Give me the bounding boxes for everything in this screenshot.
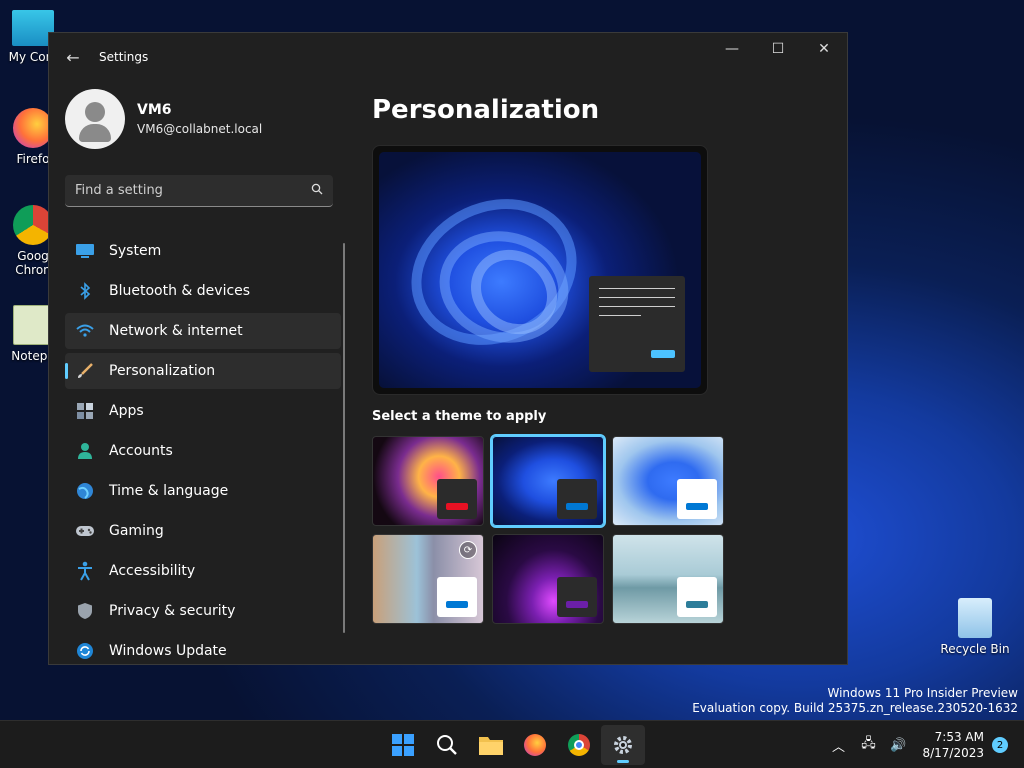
start-button[interactable] [381,725,425,765]
theme-preview [372,145,708,395]
theme-sunrise[interactable] [612,534,724,624]
sidebar-item-label: Accounts [109,443,173,459]
notification-badge[interactable]: 2 [992,737,1008,753]
watermark-line-2: Evaluation copy. Build 25375.zn_release.… [692,701,1018,715]
sidebar-item-label: Network & internet [109,323,243,339]
profile-name: VM6 [137,102,172,118]
sidebar-item-label: Accessibility [109,563,196,579]
title-bar[interactable]: ← Settings — ☐ ✕ [49,33,847,81]
firefox-icon [524,734,546,756]
profile-email: VM6@collabnet.local [137,122,263,136]
wifi-icon [75,321,95,341]
sidebar-item-accessibility[interactable]: Accessibility [65,553,341,589]
system-icon [75,241,95,261]
back-button[interactable]: ← [51,41,95,73]
network-icon[interactable]: 🖧 [856,734,880,756]
sidebar-item-label: Apps [109,403,144,419]
gamepad-icon [75,521,95,541]
evaluation-watermark: Windows 11 Pro Insider Preview Evaluatio… [692,686,1018,716]
nav-list: System Bluetooth & devices Network & int… [49,233,349,664]
sidebar-item-windows-update[interactable]: Windows Update [65,633,341,664]
search-input[interactable] [75,183,311,198]
firefox-icon [13,108,53,148]
watermark-line-1: Windows 11 Pro Insider Preview [827,686,1018,700]
sidebar-item-label: Time & language [109,483,229,499]
chrome-icon [568,734,590,756]
gear-icon [614,736,632,754]
user-profile[interactable]: VM6 VM6@collabnet.local [49,81,349,157]
file-explorer-button[interactable] [469,725,513,765]
clock-time: 7:53 AM [934,730,984,744]
recycle-bin-icon [958,598,992,638]
chevron-up-icon[interactable]: ︿ [826,736,850,755]
sidebar-item-system[interactable]: System [65,233,341,269]
main-content: Personalization Select a theme to apply [372,81,847,664]
clock[interactable]: 7:53 AM 8/17/2023 [922,729,984,761]
sidebar-item-apps[interactable]: Apps [65,393,341,429]
system-tray: ︿ 🖧 🔊 7:53 AM 8/17/2023 2 [820,721,1008,768]
themes-grid: ⟳ [372,434,847,624]
folder-icon [479,737,503,755]
theme-windows-dark[interactable] [490,434,606,528]
bloom-wallpaper-preview [379,152,701,388]
search-taskbar-button[interactable] [425,725,469,765]
firefox-taskbar-button[interactable] [513,725,557,765]
sidebar-item-gaming[interactable]: Gaming [65,513,341,549]
maximize-button[interactable]: ☐ [755,33,801,65]
search-box[interactable] [65,175,333,207]
sidebar-item-bluetooth[interactable]: Bluetooth & devices [65,273,341,309]
sidebar-item-accounts[interactable]: Accounts [65,433,341,469]
volume-icon[interactable]: 🔊 [886,738,910,753]
sidebar-item-network[interactable]: Network & internet [65,313,341,349]
sync-icon: ⟳ [459,541,477,559]
accessibility-icon [75,561,95,581]
update-icon [75,641,95,661]
back-arrow-icon: ← [66,47,80,67]
settings-window: ← Settings — ☐ ✕ VM6 VM6@collabnet.local… [48,32,848,665]
sidebar-item-label: Privacy & security [109,603,236,619]
minimize-button[interactable]: — [709,33,755,65]
window-title: Settings [99,50,149,64]
sidebar-scrollbar[interactable] [343,243,345,633]
sidebar-item-label: System [109,243,162,259]
themes-label: Select a theme to apply [372,409,547,424]
notepad-icon [13,305,53,345]
sidebar-item-label: Bluetooth & devices [109,283,251,299]
windows-logo-icon [392,734,414,756]
taskbar: ︿ 🖧 🔊 7:53 AM 8/17/2023 2 [0,720,1024,768]
settings-taskbar-button[interactable] [601,725,645,765]
theme-glow[interactable] [492,534,604,624]
theme-captured-motion[interactable]: ⟳ [372,534,484,624]
theme-windows-light[interactable] [612,436,724,526]
brush-icon [75,361,95,381]
sidebar: VM6 VM6@collabnet.local System Bluetooth… [49,81,349,664]
search-icon [437,735,457,755]
bluetooth-icon [75,281,95,301]
close-button[interactable]: ✕ [801,33,847,65]
apps-icon [75,401,95,421]
sidebar-item-time-language[interactable]: Time & language [65,473,341,509]
accounts-icon [75,441,95,461]
preview-window [589,276,685,372]
chrome-icon [13,205,53,245]
clock-date: 8/17/2023 [922,746,984,760]
sidebar-item-label: Personalization [109,363,216,379]
sidebar-item-personalization[interactable]: Personalization [65,353,341,389]
sidebar-item-privacy-security[interactable]: Privacy & security [65,593,341,629]
avatar [65,89,125,149]
sidebar-item-label: Gaming [109,523,164,539]
sidebar-item-label: Windows Update [109,643,227,659]
desktop-icon-label: Recycle Bin [940,642,1010,656]
theme-flower[interactable] [372,436,484,526]
page-title: Personalization [372,95,600,125]
globe-icon [75,481,95,501]
desktop-icon-recycle-bin[interactable]: Recycle Bin [940,598,1010,656]
search-icon[interactable] [311,183,323,198]
shield-icon [75,601,95,621]
chrome-taskbar-button[interactable] [557,725,601,765]
